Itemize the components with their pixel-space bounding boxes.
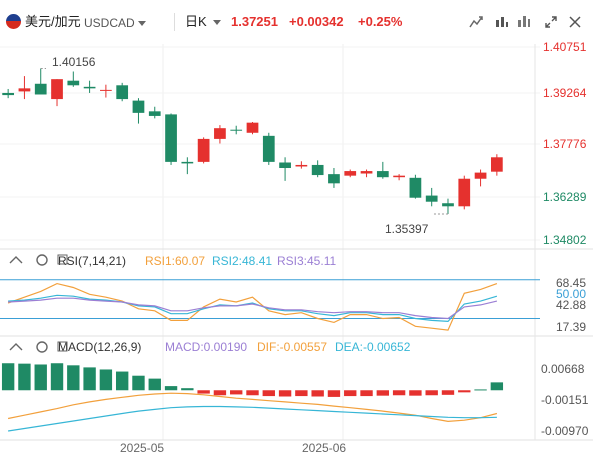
candle-body [262,135,275,162]
candle-body [100,89,112,91]
candle-body [458,178,471,207]
macd-bar [164,386,178,391]
macd-bar [1,363,15,391]
macd-bar [392,390,406,396]
macd-bar [230,390,243,395]
candle-body [83,86,96,89]
low-price-label: 1.35397 [385,222,429,236]
macd-panel [1,363,504,432]
macd-bar [360,390,373,397]
rsi-tick: 42.88 [556,298,586,312]
macd-bar [327,390,341,397]
macd-bar [50,363,64,391]
macd-bar [262,390,275,397]
candle-body [214,128,226,139]
macd-bar [425,390,438,396]
macd-bar [132,375,145,391]
candle-body [2,92,15,96]
rsi-line-rsi1 [7,282,498,331]
candle-body [360,171,373,174]
candle-body [442,203,454,207]
macd-bar [376,390,390,396]
macd-tick: -0.00970 [541,424,589,438]
candle-body [490,157,503,172]
candle-body [51,79,63,100]
candle-body [116,85,129,100]
candle-body [311,164,324,176]
macd-bar [18,363,31,391]
price-tick: 1.36289 [543,190,587,204]
rsi3-legend: RSI3:45.11 [277,254,336,268]
candle-body [34,83,47,95]
macd-bar [83,367,96,391]
chart-widget: 美元/加元 USDCAD 日K 1.37251 +0.00342 +0.25% … [0,0,593,464]
candle-body [376,171,389,178]
rsi-indicator-label[interactable]: RSI(7,14,21) [58,254,126,268]
candle-body [246,122,259,133]
macd-bar [181,388,194,391]
macd-bar [213,390,227,396]
macd-bar [278,390,292,397]
candle-body [328,174,340,184]
chevron-up-icon[interactable] [9,343,23,351]
macd-legend: MACD:0.00190 [165,340,247,354]
candle-body [393,175,405,178]
price-tick: 1.37776 [543,137,587,151]
macd-bar [34,364,47,391]
price-tick: 1.34802 [543,233,587,247]
macd-bar [311,390,324,397]
indicator-settings-icon[interactable] [36,254,48,266]
date-label: 2025-06 [302,441,346,455]
macd-tick: 0.00668 [541,362,585,376]
candle-body [425,195,438,202]
macd-bar [295,390,308,397]
candle-body [197,138,210,162]
macd-bar [490,382,504,391]
candle-body [230,129,243,131]
macd-bar [99,369,113,391]
macd-bar [441,390,455,395]
price-panel [2,67,503,215]
macd-tick: -0.00151 [541,393,589,407]
panel-controls [9,254,68,353]
candle-body [67,80,80,86]
dea-line [8,405,497,432]
macd-bar [409,390,422,396]
candle-body [295,164,308,167]
candle-body [279,162,291,169]
candle-body [474,172,487,179]
macd-bar [197,390,210,394]
chevron-up-icon[interactable] [9,256,23,264]
candle-body [18,88,31,92]
macd-bar [246,390,259,396]
price-tick: 1.39264 [543,86,587,100]
rsi2-legend: RSI2:48.41 [212,254,272,268]
high-price-label: 1.40156 [52,55,96,69]
macd-bar [148,378,161,391]
indicator-settings-icon[interactable] [36,341,48,353]
date-label: 2025-05 [120,441,164,455]
macd-bar [458,390,471,393]
rsi-panel [0,279,540,331]
chart-canvas: 1.40751 1.39264 1.37776 1.36289 1.34802 … [0,40,593,455]
candle-body [344,171,357,176]
rsi-line-rsi3 [8,297,498,320]
candle-body [132,100,145,113]
dif-legend: DIF:-0.00557 [257,340,327,354]
price-tick: 1.40751 [543,40,587,54]
macd-bar [67,365,80,391]
rsi-tick: 17.39 [556,320,586,334]
macd-bar [344,390,357,397]
macd-bar [115,371,129,391]
candle-body [148,111,161,116]
candle-body [165,114,177,162]
macd-bar [474,389,487,391]
rsi1-legend: RSI1:60.07 [145,254,205,268]
dea-legend: DEA:-0.00652 [335,340,411,354]
candle-body [409,177,422,198]
candle-body [181,161,194,164]
macd-indicator-label[interactable]: MACD(12,26,9) [58,340,141,354]
